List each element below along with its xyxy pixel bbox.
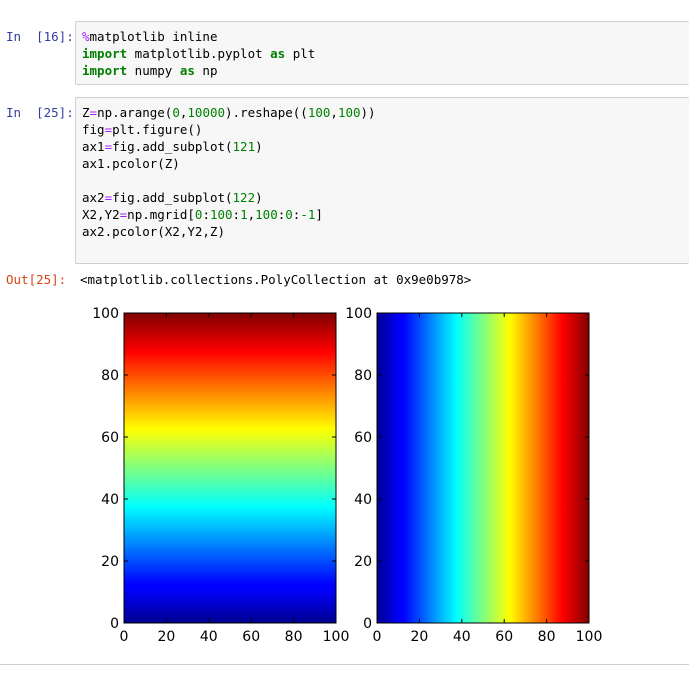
heatmap-mesh [124,313,336,623]
code-token: ax2 [82,190,105,205]
code-token: 10000 [187,105,226,120]
code-token: = [104,139,113,154]
code-token: plt [285,46,316,61]
y-tick-label: 100 [92,306,119,322]
y-tick-label: 60 [354,430,372,446]
code-token: % [82,29,90,44]
code-token: 100 [209,207,233,222]
x-tick-label: 60 [242,629,260,645]
output-prompt: Out[25]: [6,272,67,287]
input-prompt-16: In [16]: [6,29,74,44]
code-token: )) [360,105,376,120]
code-token: -1 [300,207,316,222]
code-token: np [194,63,218,78]
code-line: ax2.pcolor(X2,Y2,Z) [82,223,689,240]
code-token: = [104,122,113,137]
code-token: 121 [232,139,256,154]
y-tick-label: 20 [101,554,119,570]
x-tick-label: 100 [323,629,350,645]
x-tick-label: 60 [495,629,513,645]
code-line: ax2=fig.add_subplot(122) [82,189,689,206]
code-line: import matplotlib.pyplot as plt [82,45,689,62]
code-line: import numpy as np [82,62,689,79]
code-token: ax2.pcolor(X2,Y2,Z) [82,224,225,239]
axes-left: 0 20 40 60 80 100 0 20 40 60 80 100 [92,306,349,645]
x-tick-label: 40 [200,629,218,645]
input-prompt-25: In [25]: [6,105,74,120]
code-token: ) [255,139,263,154]
code-token: np.arange( [97,105,173,120]
code-token: = [89,105,98,120]
code-line: Z=np.arange(0,10000).reshape((100,100)) [82,104,689,121]
code-token: fig [82,122,105,137]
x-tick-label: 40 [453,629,471,645]
code-token: = [104,190,113,205]
code-token: np.mgrid[ [127,207,195,222]
y-tick-label: 60 [101,430,119,446]
code-token: 100 [255,207,278,222]
code-token: matplotlib.pyplot [127,46,271,61]
code-token: , [247,207,256,222]
heatmap-mesh [377,313,589,623]
code-editor[interactable]: %matplotlib inline import matplotlib.pypl… [76,22,689,79]
y-tick-label: 100 [345,306,372,322]
code-token: fig.add_subplot( [112,139,233,154]
x-tick-label: 0 [120,629,129,645]
code-token: numpy [127,63,180,78]
code-token: matplotlib inline [89,29,218,44]
matplotlib-figure: 0 20 40 60 80 100 0 20 40 60 80 100 0 20 40 60 80 100 0 20 4… [92,306,602,645]
code-token: , [330,105,338,120]
code-token: as [179,63,195,78]
y-tick-label: 40 [101,492,119,508]
code-token: 100 [337,105,361,120]
y-tick-label: 80 [101,368,119,384]
code-line: ax1=fig.add_subplot(121) [82,138,689,155]
code-token: ax1.pcolor(Z) [82,156,180,171]
y-tick-label: 0 [363,616,372,632]
y-tick-label: 80 [354,368,372,384]
x-tick-label: 100 [576,629,603,645]
x-tick-label: 80 [285,629,303,645]
code-token: 1 [240,207,248,222]
y-tick-label: 20 [354,554,372,570]
code-token: import [82,46,128,61]
code-token: fig.add_subplot( [112,190,233,205]
x-tick-label: 0 [373,629,382,645]
y-tick-label: 40 [354,492,372,508]
code-token: ).reshape(( [225,105,308,120]
code-token: X2,Y2 [82,207,120,222]
y-tick-label: 0 [110,616,119,632]
x-tick-label: 80 [538,629,556,645]
code-token: ) [255,190,263,205]
code-token: 122 [232,190,256,205]
code-token: import [82,63,128,78]
code-token: ax1 [82,139,105,154]
x-tick-label: 20 [157,629,175,645]
code-token: 100 [307,105,331,120]
code-token: 0 [285,207,293,222]
code-cell-25[interactable]: Z=np.arange(0,10000).reshape((100,100)) f… [75,97,689,264]
code-line: X2,Y2=np.mgrid[0:100:1,100:0:-1] [82,206,689,223]
x-tick-label: 20 [410,629,428,645]
axes-right: 0 20 40 60 80 100 0 20 40 60 80 100 [345,306,602,645]
cell-divider [0,664,689,665]
code-token: ] [315,207,323,222]
code-token: 0 [172,105,180,120]
code-token: Z [82,105,90,120]
code-token: : [232,207,241,222]
code-token: : [202,207,210,222]
code-line: %matplotlib inline [82,28,689,45]
code-cell-16[interactable]: %matplotlib inline import matplotlib.pypl… [75,21,689,85]
code-line: ax1.pcolor(Z) [82,155,689,172]
code-token: plt.figure() [112,122,203,137]
code-editor[interactable]: Z=np.arange(0,10000).reshape((100,100)) f… [76,98,689,240]
output-repr: <matplotlib.collections.PolyCollection a… [80,272,472,287]
code-line: fig=plt.figure() [82,121,689,138]
code-token: as [270,46,286,61]
